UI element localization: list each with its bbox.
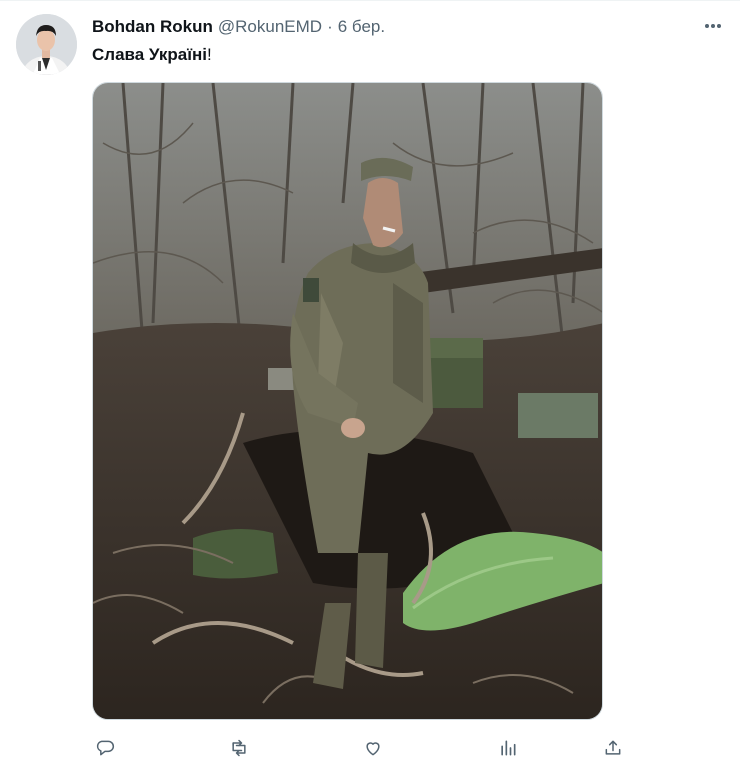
avatar[interactable] — [16, 14, 77, 75]
tweet-text-punct: ! — [206, 45, 212, 64]
tweet-photo[interactable] — [92, 82, 603, 720]
more-options-icon[interactable] — [700, 16, 726, 36]
author-name[interactable]: Bohdan Rokun — [92, 17, 213, 37]
tweet-text: Слава Україні! — [92, 45, 212, 65]
like-icon[interactable] — [360, 735, 386, 761]
tweet-header: Bohdan Rokun @RokunEMD · 6 бер. — [92, 15, 385, 39]
photo-soldier-in-forest — [93, 83, 602, 719]
separator-dot: · — [327, 17, 333, 36]
views-icon[interactable] — [495, 735, 521, 761]
share-icon[interactable] — [600, 735, 626, 761]
reply-icon[interactable] — [92, 735, 118, 761]
tweet-actions — [92, 735, 632, 761]
post-date[interactable]: 6 бер. — [338, 17, 385, 37]
tweet: Bohdan Rokun @RokunEMD · 6 бер. Слава Ук… — [0, 0, 740, 767]
repost-icon[interactable] — [226, 735, 252, 761]
tweet-text-main: Слава Україні — [92, 45, 207, 64]
author-handle[interactable]: @RokunEMD — [218, 17, 322, 37]
avatar-image — [16, 14, 77, 75]
